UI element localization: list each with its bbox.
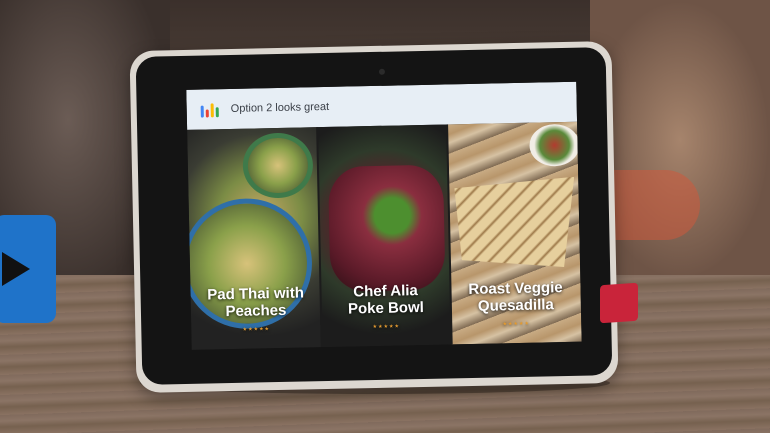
recipe-title-line: Poke Bowl	[347, 298, 425, 318]
recipe-title-line: Quesadilla	[477, 296, 554, 315]
assistant-dot-yellow	[210, 103, 214, 118]
rating-stars-icon: ★★★★★	[502, 320, 531, 328]
recipe-title-line: Peaches	[225, 301, 287, 321]
recipe-card-poke-bowl[interactable]: Chef Alia Poke Bowl ★★★★★	[317, 124, 452, 348]
quesadilla-image	[454, 177, 576, 269]
recipe-carousel: Pad Thai with Peaches ★★★★★ Chef Alia Po…	[187, 121, 582, 350]
food-plate-image	[242, 132, 314, 199]
assistant-dot-green	[215, 107, 219, 118]
food-dish-image	[327, 164, 446, 292]
camera-icon	[378, 68, 386, 75]
rating-stars-icon: ★★★★★	[242, 326, 271, 333]
photo-scene: Option 2 looks great Pad Thai with Peach…	[0, 0, 770, 433]
recipe-title: Roast Veggie Quesadilla ★★★★★	[450, 279, 581, 335]
display-screen: Option 2 looks great Pad Thai with Peach…	[186, 81, 582, 350]
recipe-card-quesadilla[interactable]: Roast Veggie Quesadilla ★★★★★	[447, 121, 582, 345]
recipe-card-pad-thai[interactable]: Pad Thai with Peaches ★★★★★	[187, 127, 322, 350]
smart-display: Option 2 looks great Pad Thai with Peach…	[129, 40, 619, 394]
assistant-dot-red	[205, 109, 209, 118]
red-tag	[600, 282, 638, 324]
recipe-title: Pad Thai with Peaches ★★★★★	[190, 284, 321, 340]
assistant-response-text: Option 2 looks great	[230, 100, 330, 115]
assistant-dot-blue	[200, 105, 204, 118]
assistant-logo-icon	[200, 101, 219, 118]
recipe-title: Chef Alia Poke Bowl ★★★★★	[320, 281, 451, 337]
recipe-title-line: Roast Veggie	[468, 279, 563, 299]
salsa-bowl-image	[529, 123, 580, 167]
play-icon	[2, 252, 30, 286]
rating-stars-icon: ★★★★★	[372, 323, 401, 331]
recipe-title-line: Pad Thai with	[207, 284, 305, 304]
